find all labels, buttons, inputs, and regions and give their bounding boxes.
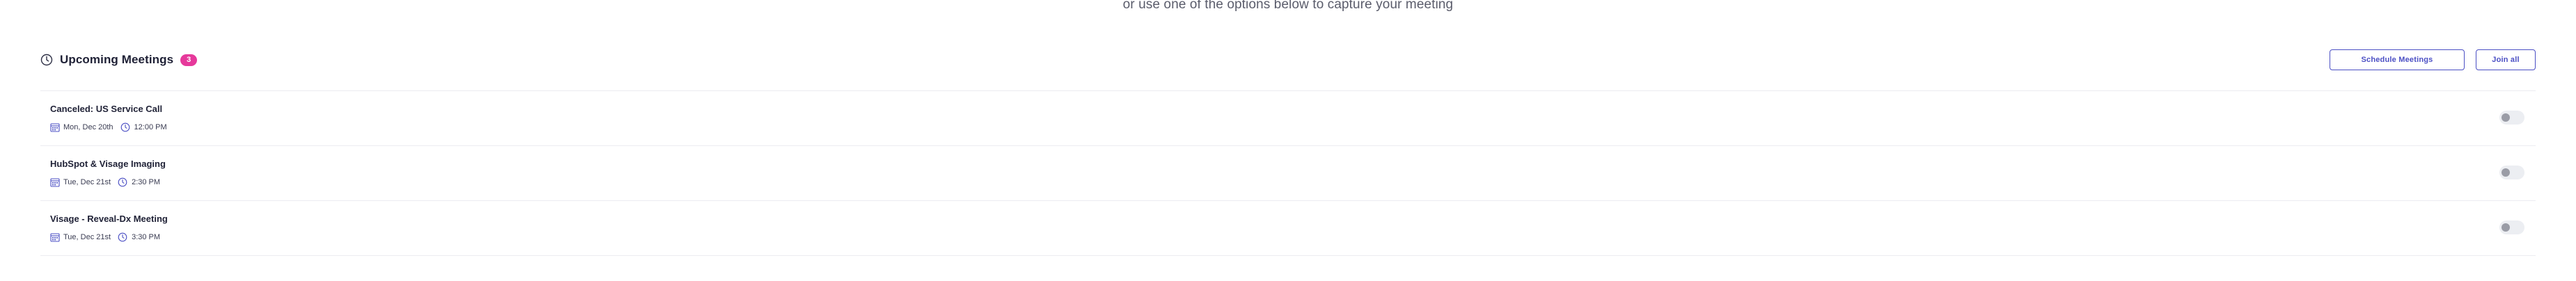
meeting-list: Canceled: US Service Call Mon, Dec 20th … xyxy=(40,90,2536,256)
record-toggle[interactable] xyxy=(2499,111,2524,125)
upcoming-meetings-header: Upcoming Meetings 3 Schedule Meetings Jo… xyxy=(40,46,2536,74)
upcoming-meetings-actions: Schedule Meetings Join all xyxy=(2330,46,2536,74)
clock-icon xyxy=(40,54,53,66)
schedule-meetings-button[interactable]: Schedule Meetings xyxy=(2330,49,2465,70)
clock-icon xyxy=(118,177,127,187)
meeting-count-badge: 3 xyxy=(180,54,198,66)
calendar-icon xyxy=(50,123,60,132)
calendar-icon xyxy=(50,178,60,187)
meeting-title: Canceled: US Service Call xyxy=(50,104,163,114)
clock-icon xyxy=(118,232,127,242)
toggle-knob xyxy=(2502,223,2510,232)
meeting-date: Mon, Dec 20th xyxy=(63,123,113,131)
capture-instructions: or use one of the options below to captu… xyxy=(1122,0,1454,12)
meeting-meta: Tue, Dec 21st 3:30 PM xyxy=(50,232,160,242)
upcoming-meetings-title: Upcoming Meetings xyxy=(60,53,174,66)
join-all-button[interactable]: Join all xyxy=(2476,49,2536,70)
meeting-row: Visage - Reveal-Dx Meeting Tue, Dec 21st… xyxy=(40,200,2536,256)
meeting-row: Canceled: US Service Call Mon, Dec 20th … xyxy=(40,90,2536,145)
toggle-knob xyxy=(2502,113,2510,122)
record-toggle[interactable] xyxy=(2499,220,2524,234)
calendar-icon xyxy=(50,233,60,242)
clock-icon xyxy=(120,122,129,132)
meeting-meta: Tue, Dec 21st 2:30 PM xyxy=(50,177,160,187)
meeting-title: Visage - Reveal-Dx Meeting xyxy=(50,214,168,224)
meeting-time: 12:00 PM xyxy=(134,123,167,131)
meeting-title: HubSpot & Visage Imaging xyxy=(50,159,166,169)
meeting-time: 2:30 PM xyxy=(132,178,161,186)
toggle-knob xyxy=(2502,168,2510,177)
record-toggle[interactable] xyxy=(2499,166,2524,179)
meeting-date: Tue, Dec 21st xyxy=(63,178,111,186)
meeting-row: HubSpot & Visage Imaging Tue, Dec 21st 2… xyxy=(40,145,2536,200)
meeting-meta: Mon, Dec 20th 12:00 PM xyxy=(50,122,167,132)
meeting-date: Tue, Dec 21st xyxy=(63,233,111,241)
upcoming-meetings-title-group: Upcoming Meetings 3 xyxy=(40,46,198,74)
meeting-time: 3:30 PM xyxy=(132,233,161,241)
